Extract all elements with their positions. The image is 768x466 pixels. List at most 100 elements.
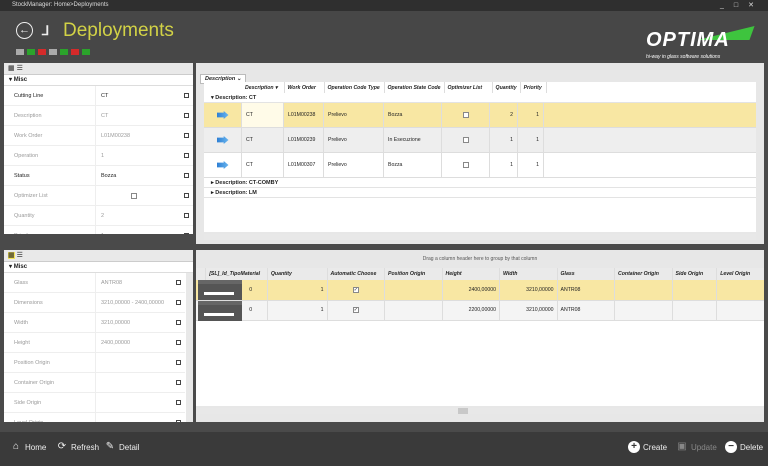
column-header[interactable]: Optimizer List	[444, 82, 493, 93]
maximize-button[interactable]: □	[734, 2, 748, 9]
cell-position-origin[interactable]	[384, 280, 443, 301]
cell-glass[interactable]: ANTR08	[557, 300, 615, 321]
cell-priority[interactable]: 1	[518, 103, 544, 127]
cell-operation-code[interactable]: Prelievo	[324, 128, 384, 152]
property-editor-icon[interactable]	[176, 340, 181, 345]
column-header[interactable]: Side Origin	[672, 268, 718, 280]
categorized-view-icon[interactable]: ▦	[8, 252, 15, 259]
property-editor-icon[interactable]	[184, 133, 189, 138]
property-editor-icon[interactable]	[176, 380, 181, 385]
cell-quantity[interactable]: 1	[490, 153, 518, 177]
property-row[interactable]: Glass ANTR08	[4, 273, 185, 293]
chevron-right-icon[interactable]: ▸	[211, 180, 214, 186]
column-header[interactable]: Automatic Choose	[327, 268, 385, 280]
cell-height[interactable]: 2400,00000	[442, 280, 500, 301]
table-row[interactable]: CT L01M00238 Prelievo Bozza 2 1	[204, 103, 756, 128]
scroll-thumb[interactable]	[458, 408, 468, 414]
column-header[interactable]: Description ▾	[242, 82, 285, 93]
property-value[interactable]	[96, 413, 185, 422]
property-row[interactable]: Level Origin	[4, 413, 185, 422]
property-value[interactable]: Bozza	[96, 166, 193, 185]
table-row[interactable]: CT L01M00239 Prelievo In Esecuzione 1 1	[204, 128, 756, 153]
cell-glass[interactable]: ANTR08	[557, 280, 615, 301]
grid-cell[interactable]	[442, 103, 490, 127]
grid-cell[interactable]	[442, 153, 490, 177]
chevron-right-icon[interactable]: ▸	[211, 190, 214, 196]
cell-description[interactable]: CT	[242, 153, 284, 177]
grid-cell[interactable]	[442, 128, 490, 152]
cell-operation-code[interactable]: Prelievo	[324, 103, 384, 127]
table-row[interactable]: CT L01M00307 Prelievo Bozza 1 1	[204, 153, 756, 178]
column-header[interactable]: Operation Code Type	[324, 82, 385, 93]
automatic-choose-checkbox[interactable]: ✓	[352, 286, 359, 293]
property-row[interactable]: Priority 1	[4, 226, 193, 234]
delete-button[interactable]: − Delete	[725, 441, 763, 453]
property-row[interactable]: Side Origin	[4, 393, 185, 413]
property-row[interactable]: Width 3210,00000	[4, 313, 185, 333]
property-value[interactable]: CT	[96, 86, 193, 105]
column-header[interactable]: Level Origin	[716, 268, 764, 280]
property-row[interactable]: Dimensions 3210,00000 - 2400,00000	[4, 293, 185, 313]
categorized-view-icon[interactable]: ▦	[8, 65, 15, 72]
horizontal-scrollbar[interactable]	[204, 234, 756, 240]
automatic-choose-checkbox[interactable]: ✓	[352, 307, 359, 313]
cell-side-origin[interactable]	[672, 300, 718, 321]
property-category[interactable]: ▾ Misc	[4, 75, 193, 86]
cell-quantity[interactable]: 1	[267, 280, 328, 301]
property-value[interactable]	[96, 353, 185, 372]
property-value[interactable]: 3210,00000 - 2400,00000	[96, 293, 185, 312]
property-editor-icon[interactable]	[176, 400, 181, 405]
property-row[interactable]: Optimizer List	[4, 186, 193, 206]
cell-priority[interactable]: 1	[518, 153, 544, 177]
property-checkbox[interactable]	[131, 192, 137, 199]
cell-material-type[interactable]: 0	[198, 280, 268, 301]
cell-work-order[interactable]: L01M00238	[284, 103, 324, 127]
horizontal-scrollbar[interactable]	[196, 408, 764, 414]
cell-operation-state[interactable]: Bozza	[384, 103, 442, 127]
cell-width[interactable]: 3210,00000	[499, 300, 558, 321]
property-editor-icon[interactable]	[176, 360, 181, 365]
grid-cell[interactable]	[204, 128, 242, 152]
cell-description[interactable]: CT	[242, 128, 284, 152]
grid-cell[interactable]	[204, 153, 242, 177]
cell-quantity[interactable]: 1	[490, 128, 518, 152]
column-header[interactable]: Work Order	[284, 82, 325, 93]
grid-cell[interactable]	[204, 103, 242, 127]
property-row[interactable]: Operation 1	[4, 146, 193, 166]
properties-scrollbar[interactable]	[186, 273, 193, 422]
cell-container-origin[interactable]	[614, 280, 673, 301]
property-row[interactable]: Description CT	[4, 106, 193, 126]
column-header[interactable]: Glass	[557, 268, 615, 280]
property-editor-icon[interactable]	[176, 320, 181, 325]
optimizer-checkbox[interactable]	[462, 137, 469, 143]
property-value[interactable]: 1	[96, 226, 193, 234]
property-row[interactable]: Work Order L01M00238	[4, 126, 193, 146]
group-row[interactable]: ▸ Description: LM	[204, 188, 756, 198]
property-editor-icon[interactable]	[184, 93, 189, 98]
cell-operation-state[interactable]: In Esecuzione	[384, 128, 442, 152]
property-category[interactable]: ▾ Misc	[4, 262, 193, 273]
property-value[interactable]: 2	[96, 206, 193, 225]
home-button[interactable]: ⌂ Home	[10, 441, 46, 453]
cell-level-origin[interactable]	[716, 280, 764, 301]
optimizer-checkbox[interactable]	[462, 162, 469, 168]
create-button[interactable]: + Create	[628, 441, 667, 453]
column-header[interactable]: Height	[442, 268, 500, 280]
cell-level-origin[interactable]	[716, 300, 764, 321]
cell-automatic-choose[interactable]: ✓	[327, 300, 385, 321]
cell-quantity[interactable]: 1	[267, 300, 328, 321]
cell-container-origin[interactable]	[614, 300, 673, 321]
table-row[interactable]: ▸01✓2400,000003210,00000ANTR08	[196, 280, 764, 301]
column-header[interactable]: Position Origin	[384, 268, 443, 280]
cell-operation-code[interactable]: Prelievo	[324, 153, 384, 177]
group-row[interactable]: ▸ Description: CT-COMBY	[204, 178, 756, 188]
alphabetical-view-icon[interactable]: ☰	[17, 252, 23, 259]
property-row[interactable]: Quantity 2	[4, 206, 193, 226]
cell-height[interactable]: 2200,00000	[442, 300, 500, 321]
cell-width[interactable]: 3210,00000	[499, 280, 558, 301]
cell-description[interactable]: CT	[242, 103, 284, 127]
alphabetical-view-icon[interactable]: ☰	[17, 65, 23, 72]
column-header[interactable]: Quantity	[492, 82, 521, 93]
property-row[interactable]: Container Origin	[4, 373, 185, 393]
property-editor-icon[interactable]	[184, 173, 189, 178]
